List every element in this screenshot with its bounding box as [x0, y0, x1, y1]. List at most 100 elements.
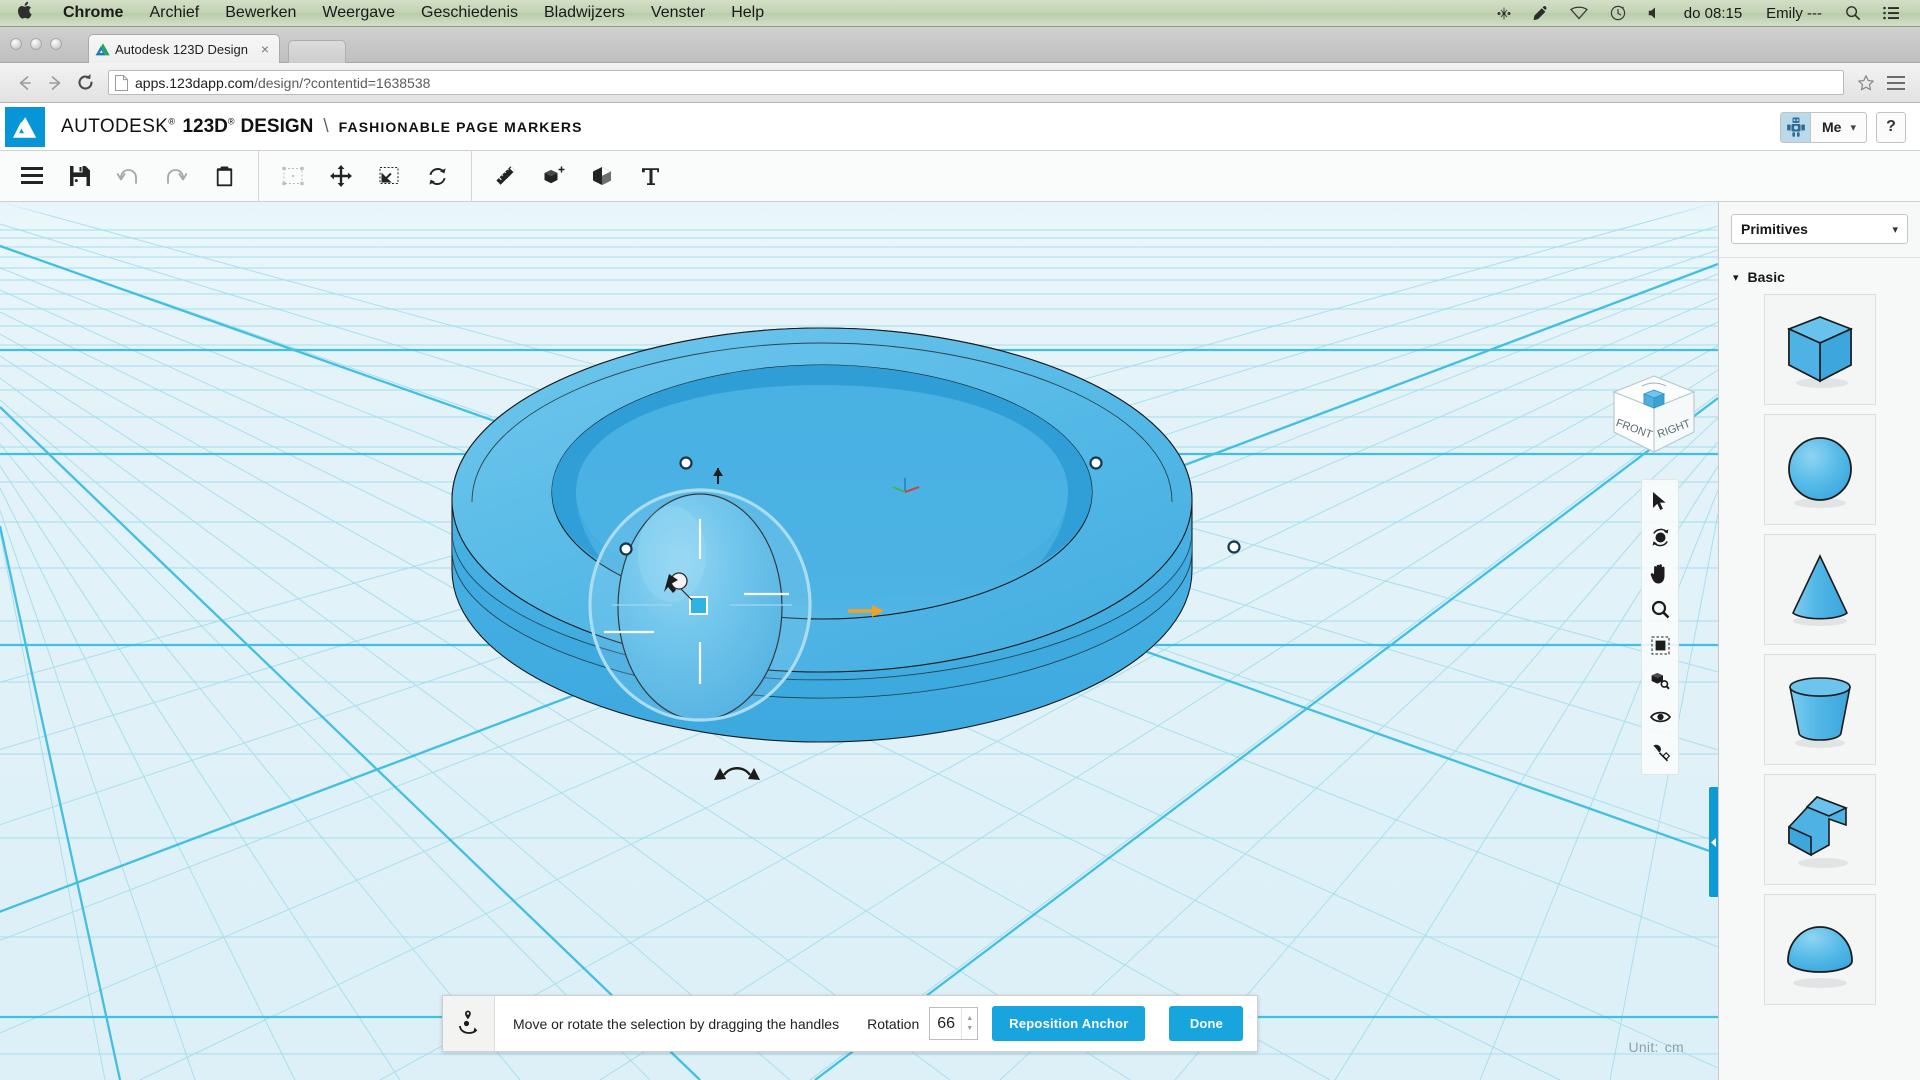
view-cube[interactable]: FRONT RIGHT [1608, 370, 1700, 462]
undo-icon[interactable] [104, 154, 152, 198]
menubar-status-area: do 08:15 Emily --- [1486, 5, 1920, 22]
paste-icon[interactable] [200, 154, 248, 198]
home-cube-icon[interactable] [1642, 389, 1666, 409]
menu-bewerken[interactable]: Bewerken [212, 4, 309, 22]
menu-weergave[interactable]: Weergave [309, 4, 408, 22]
pan-icon[interactable] [1645, 559, 1675, 587]
select-icon[interactable] [269, 154, 317, 198]
menu-bladwijzers[interactable]: Bladwijzers [531, 4, 638, 22]
chevron-down-icon: ▾ [1850, 121, 1856, 134]
status-bar-body: Move or rotate the selection by dragging… [495, 996, 1257, 1051]
cursor-icon[interactable] [1645, 487, 1675, 515]
gizmo-rotate-handle[interactable] [714, 767, 760, 780]
account-menu-button[interactable]: Me ▾ [1780, 111, 1867, 143]
combine-icon[interactable] [578, 154, 626, 198]
star-icon[interactable] [1852, 69, 1880, 97]
arrow-right-icon[interactable] [40, 68, 70, 98]
menu-chrome[interactable]: Chrome [50, 4, 136, 22]
brand-design: DESIGN [240, 116, 314, 137]
section-header-basic[interactable]: ▾ Basic [1719, 258, 1920, 294]
visibility-icon[interactable] [1645, 703, 1675, 731]
panel-collapse-handle[interactable] [1709, 787, 1718, 897]
help-button[interactable]: ? [1876, 111, 1906, 143]
box-primitive[interactable] [1763, 294, 1876, 405]
window-controls[interactable] [10, 38, 62, 50]
rotation-stepper[interactable]: 66 ▲ ▼ [929, 1007, 979, 1040]
gizmo-anchor-handle[interactable] [689, 596, 708, 615]
search-icon[interactable] [1834, 5, 1872, 21]
bluetooth-icon[interactable] [1486, 6, 1522, 21]
reload-icon[interactable] [70, 68, 100, 98]
robot-avatar-icon [1781, 112, 1812, 142]
orbit-icon[interactable] [1645, 523, 1675, 551]
close-icon[interactable]: × [257, 41, 273, 57]
document-title: FASHIONABLE PAGE MARKERS [338, 119, 583, 135]
timemachine-icon[interactable] [1599, 5, 1637, 21]
ring-object[interactable] [451, 327, 1193, 743]
list-icon[interactable] [1872, 6, 1910, 20]
3d-viewport[interactable]: FRONT RIGHT Unit: cm [0, 202, 1718, 1080]
menu-icon[interactable] [8, 154, 56, 198]
zoom-object-icon[interactable] [1645, 667, 1675, 695]
wedge-primitive[interactable] [1763, 774, 1876, 885]
menu-venster[interactable]: Venster [638, 4, 718, 22]
measure-icon[interactable] [482, 154, 530, 198]
arrow-left-icon[interactable] [10, 68, 40, 98]
3d-model[interactable] [0, 202, 1718, 1080]
brand-separator: \ [323, 116, 329, 137]
redo-icon[interactable] [152, 154, 200, 198]
rotate-anchor-icon [443, 996, 495, 1051]
primitives-panel: Primitives ▾ ▾ Basic [1718, 202, 1920, 1080]
stepper-arrows[interactable]: ▲ ▼ [961, 1008, 977, 1039]
hamburger-menu-icon[interactable] [1882, 69, 1910, 97]
spinner-up-icon[interactable]: ▲ [966, 1015, 973, 1022]
rotation-value[interactable]: 66 [930, 1015, 961, 1033]
fit-view-icon[interactable] [1645, 631, 1675, 659]
maximize-window-button[interactable] [50, 38, 62, 50]
wifi-icon[interactable] [1559, 6, 1599, 20]
browser-toolbar: apps.123dapp.com/design/?contentid=16385… [0, 63, 1920, 103]
menu-help[interactable]: Help [718, 4, 777, 22]
save-icon[interactable] [56, 154, 104, 198]
category-select[interactable]: Primitives ▾ [1731, 214, 1908, 244]
brand-autodesk: AUTODESK® [61, 116, 176, 137]
section-label: Basic [1747, 269, 1785, 285]
volume-icon[interactable] [1637, 6, 1672, 20]
spinner-down-icon[interactable]: ▼ [966, 1025, 973, 1032]
scale-icon[interactable] [365, 154, 413, 198]
reposition-anchor-button[interactable]: Reposition Anchor [992, 1006, 1146, 1041]
cone-primitive[interactable] [1763, 534, 1876, 645]
menubar-user[interactable]: Emily --- [1754, 5, 1834, 22]
autodesk-favicon [95, 42, 110, 55]
toolbar-separator [258, 151, 259, 201]
close-window-button[interactable] [10, 38, 22, 50]
minimize-window-button[interactable] [30, 38, 42, 50]
primitives-icon[interactable] [530, 154, 578, 198]
materials-icon[interactable] [1645, 739, 1675, 767]
browser-toolbar-right [1852, 69, 1910, 97]
menubar-clock[interactable]: do 08:15 [1672, 5, 1754, 22]
menu-geschiedenis[interactable]: Geschiedenis [408, 4, 531, 22]
sphere-primitive[interactable] [1763, 414, 1876, 525]
hemisphere-primitive[interactable] [1763, 894, 1876, 1005]
new-tab-button[interactable] [288, 40, 346, 63]
menu-archief[interactable]: Archief [136, 4, 212, 22]
pen-icon[interactable] [1522, 5, 1559, 21]
apple-icon[interactable] [0, 1, 50, 23]
text-icon[interactable] [626, 154, 674, 198]
autodesk-logo[interactable] [5, 107, 45, 147]
account-label: Me [1822, 119, 1842, 135]
done-button[interactable]: Done [1169, 1006, 1244, 1041]
unit-value: cm [1664, 1039, 1684, 1055]
unit-indicator: Unit: cm [1628, 1039, 1684, 1055]
move-icon[interactable] [317, 154, 365, 198]
chevron-down-icon: ▾ [1733, 271, 1739, 284]
address-bar-host: apps.123dapp.com [135, 74, 255, 91]
zoom-icon[interactable] [1645, 595, 1675, 623]
address-bar[interactable]: apps.123dapp.com/design/?contentid=16385… [108, 70, 1844, 95]
cylinder-primitive[interactable] [1763, 654, 1876, 765]
transform-icon[interactable] [413, 154, 461, 198]
browser-tab[interactable]: Autodesk 123D Design × [88, 34, 280, 63]
app-header: AUTODESK® 123D® DESIGN \ FASHIONABLE PAG… [0, 104, 1920, 151]
mac-menu-bar: Chrome Archief Bewerken Weergave Geschie… [0, 0, 1920, 27]
